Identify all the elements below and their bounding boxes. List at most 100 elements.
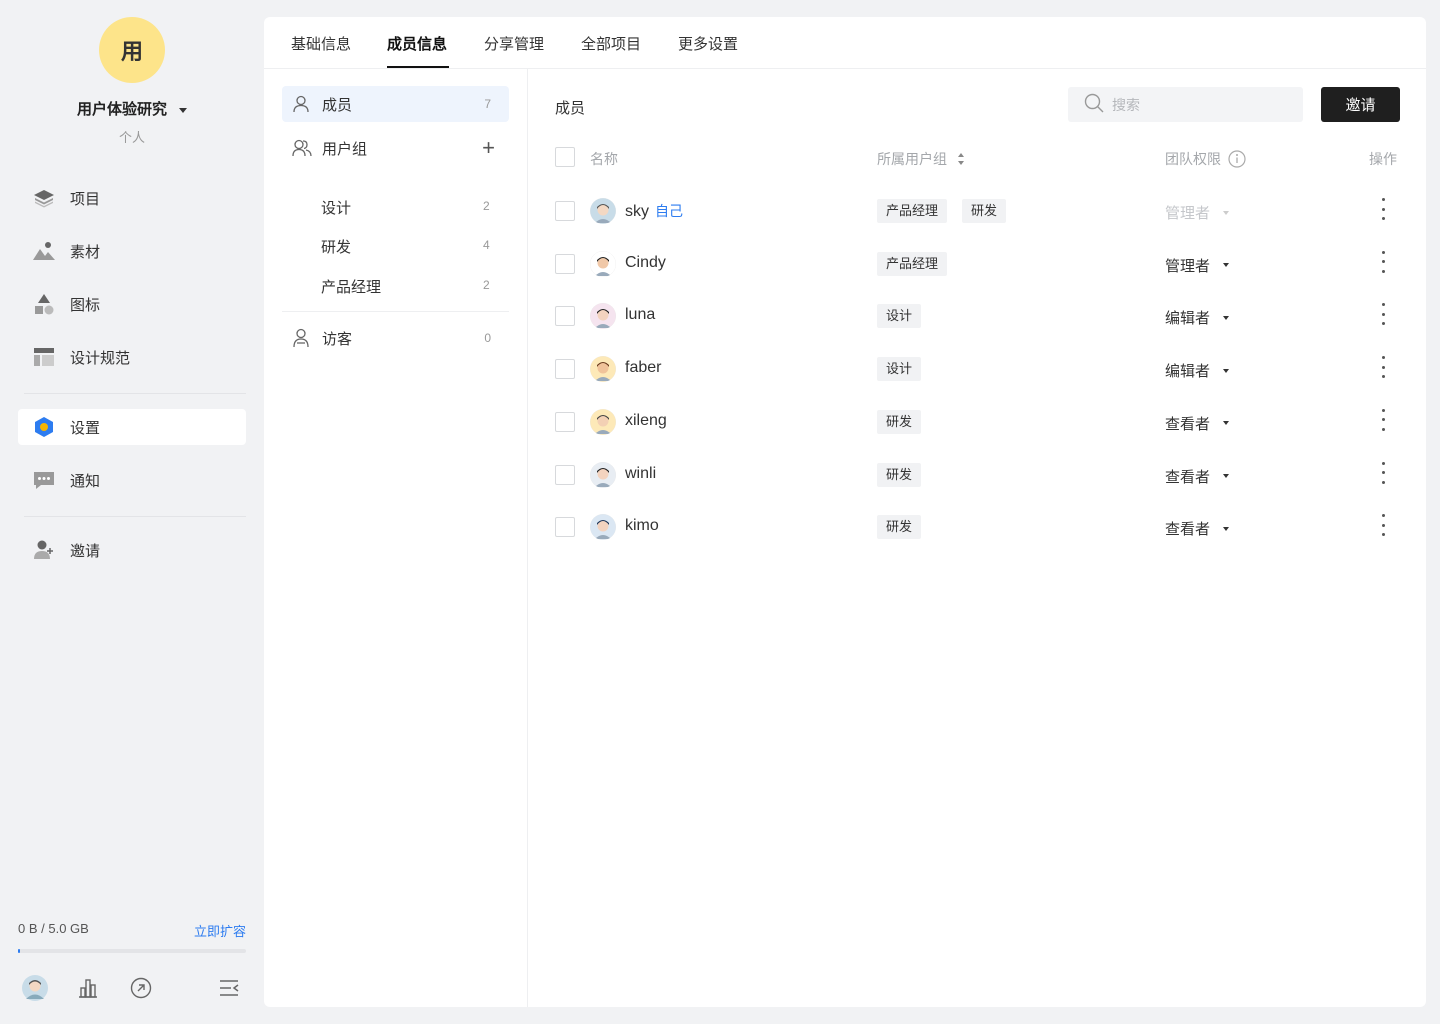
collapse-sidebar-icon[interactable] <box>216 975 242 1001</box>
nav-label: 邀请 <box>70 542 101 560</box>
member-name-cell: sky 自己 <box>625 201 683 221</box>
group-item-members[interactable]: 成员 7 <box>282 86 509 122</box>
workspace-switcher[interactable]: 用户体验研究 <box>0 98 264 119</box>
nav-item-assets[interactable]: 素材 <box>18 233 246 269</box>
nav-item-invite[interactable]: 邀请 <box>18 532 246 568</box>
role-select[interactable]: 编辑者 <box>1165 307 1230 328</box>
group-count: 0 <box>484 331 491 345</box>
storage-usage: 0 B / 5.0 GB <box>18 921 89 936</box>
self-badge: 自己 <box>655 203 683 219</box>
search-box[interactable] <box>1068 87 1303 122</box>
row-checkbox[interactable] <box>555 253 575 274</box>
role-select[interactable]: 编辑者 <box>1165 360 1230 381</box>
subgroup-design[interactable]: 设计 <box>321 197 351 218</box>
workspace-name: 用户体验研究 <box>76 101 167 118</box>
sort-icon <box>958 153 964 165</box>
group-label: 用户组 <box>322 140 368 158</box>
table-row: winli 研发 查看者 <box>528 450 1426 502</box>
group-item-guests[interactable]: 访客 0 <box>282 320 509 356</box>
role-label: 查看者 <box>1165 468 1211 486</box>
role-label: 编辑者 <box>1165 310 1211 328</box>
select-all-checkbox[interactable] <box>555 147 575 167</box>
more-actions-icon[interactable] <box>1380 356 1386 379</box>
info-icon[interactable] <box>1228 150 1246 168</box>
nav-item-settings[interactable]: 设置 <box>18 409 246 445</box>
member-name: kimo <box>625 517 659 535</box>
table-row: luna 设计 编辑者 <box>528 291 1426 343</box>
row-checkbox[interactable] <box>555 306 575 327</box>
member-avatar <box>590 250 616 277</box>
group-item-user-groups[interactable]: 用户组 + <box>282 130 509 166</box>
chat-icon <box>32 468 56 492</box>
more-actions-icon[interactable] <box>1380 461 1386 484</box>
search-icon <box>1084 93 1104 116</box>
shapes-icon <box>32 292 56 316</box>
member-avatar <box>590 514 616 541</box>
table-row: Cindy 产品经理 管理者 <box>528 239 1426 291</box>
row-checkbox[interactable] <box>555 517 575 538</box>
table-row: sky 自己 产品经理 研发 管理者 <box>528 186 1426 238</box>
member-content: 成员 邀请 名称 所属用户组 团队权限 操作 sky自己产品经理研发管理者Cin… <box>528 69 1426 1007</box>
caret-down-icon <box>1223 315 1230 320</box>
user-avatar[interactable] <box>22 975 48 1001</box>
nav-label: 素材 <box>70 243 101 261</box>
tab-member-info[interactable]: 成员信息 <box>387 33 447 54</box>
member-avatar <box>590 356 616 383</box>
invite-button[interactable]: 邀请 <box>1321 87 1400 122</box>
member-name-cell: winli <box>625 465 656 483</box>
main-panel: 基础信息 成员信息 分享管理 全部项目 更多设置 成员 7 用户组 + 设计 2… <box>264 17 1426 1007</box>
layout-icon <box>32 345 56 369</box>
member-name: luna <box>625 306 656 324</box>
tab-basic-info[interactable]: 基础信息 <box>291 33 351 54</box>
search-input[interactable] <box>1112 96 1292 113</box>
more-actions-icon[interactable] <box>1380 408 1386 431</box>
member-name-cell: luna <box>625 306 655 324</box>
caret-down-icon <box>1223 263 1230 268</box>
stats-icon[interactable] <box>75 975 101 1001</box>
group-tag: 产品经理 <box>877 251 948 276</box>
role-select[interactable]: 管理者 <box>1165 255 1230 276</box>
group-tag: 研发 <box>877 462 922 487</box>
help-icon[interactable] <box>128 975 154 1001</box>
group-divider <box>282 311 509 312</box>
row-checkbox[interactable] <box>555 464 575 485</box>
row-checkbox[interactable] <box>555 201 575 221</box>
workspace-avatar[interactable]: 用 <box>99 17 165 83</box>
nav-item-projects[interactable]: 项目 <box>18 180 246 216</box>
more-actions-icon[interactable] <box>1380 303 1386 326</box>
member-name: sky <box>625 203 649 220</box>
expand-storage-link[interactable]: 立即扩容 <box>194 921 246 940</box>
more-actions-icon[interactable] <box>1380 250 1386 273</box>
member-name-cell: xileng <box>625 412 667 430</box>
subgroup-pm[interactable]: 产品经理 <box>321 276 381 297</box>
nav-divider <box>24 516 246 517</box>
group-label: 访客 <box>322 330 353 348</box>
storage-progress-fill <box>18 949 21 953</box>
image-icon <box>32 239 56 263</box>
add-group-button[interactable]: + <box>482 137 495 159</box>
tab-share-management[interactable]: 分享管理 <box>484 33 544 54</box>
content-title: 成员 <box>555 100 586 117</box>
nav-label: 设计规范 <box>70 349 131 367</box>
storage-progress-bar <box>18 949 246 953</box>
group-list: 成员 7 用户组 + 设计 2 研发 4 产品经理 2 访客 0 <box>264 69 528 1007</box>
header-group[interactable]: 所属用户组 <box>877 149 965 169</box>
group-tag: 设计 <box>877 357 922 382</box>
role-select[interactable]: 查看者 <box>1165 413 1230 434</box>
nav-item-design-spec[interactable]: 设计规范 <box>18 339 246 375</box>
member-name: faber <box>625 359 662 377</box>
member-name-cell: faber <box>625 359 661 377</box>
role-select[interactable]: 查看者 <box>1165 518 1230 539</box>
nav-item-notifications[interactable]: 通知 <box>18 462 246 498</box>
row-checkbox[interactable] <box>555 359 575 380</box>
subgroup-dev[interactable]: 研发 <box>321 236 351 257</box>
more-actions-icon[interactable] <box>1380 198 1386 220</box>
nav-item-icons[interactable]: 图标 <box>18 286 246 322</box>
tab-more-settings[interactable]: 更多设置 <box>678 33 738 54</box>
role-label: 编辑者 <box>1165 363 1211 381</box>
role-select[interactable]: 查看者 <box>1165 466 1230 487</box>
row-checkbox[interactable] <box>555 411 575 432</box>
more-actions-icon[interactable] <box>1380 514 1386 537</box>
role-label: 管理者 <box>1165 205 1211 222</box>
tab-all-projects[interactable]: 全部项目 <box>581 33 641 54</box>
